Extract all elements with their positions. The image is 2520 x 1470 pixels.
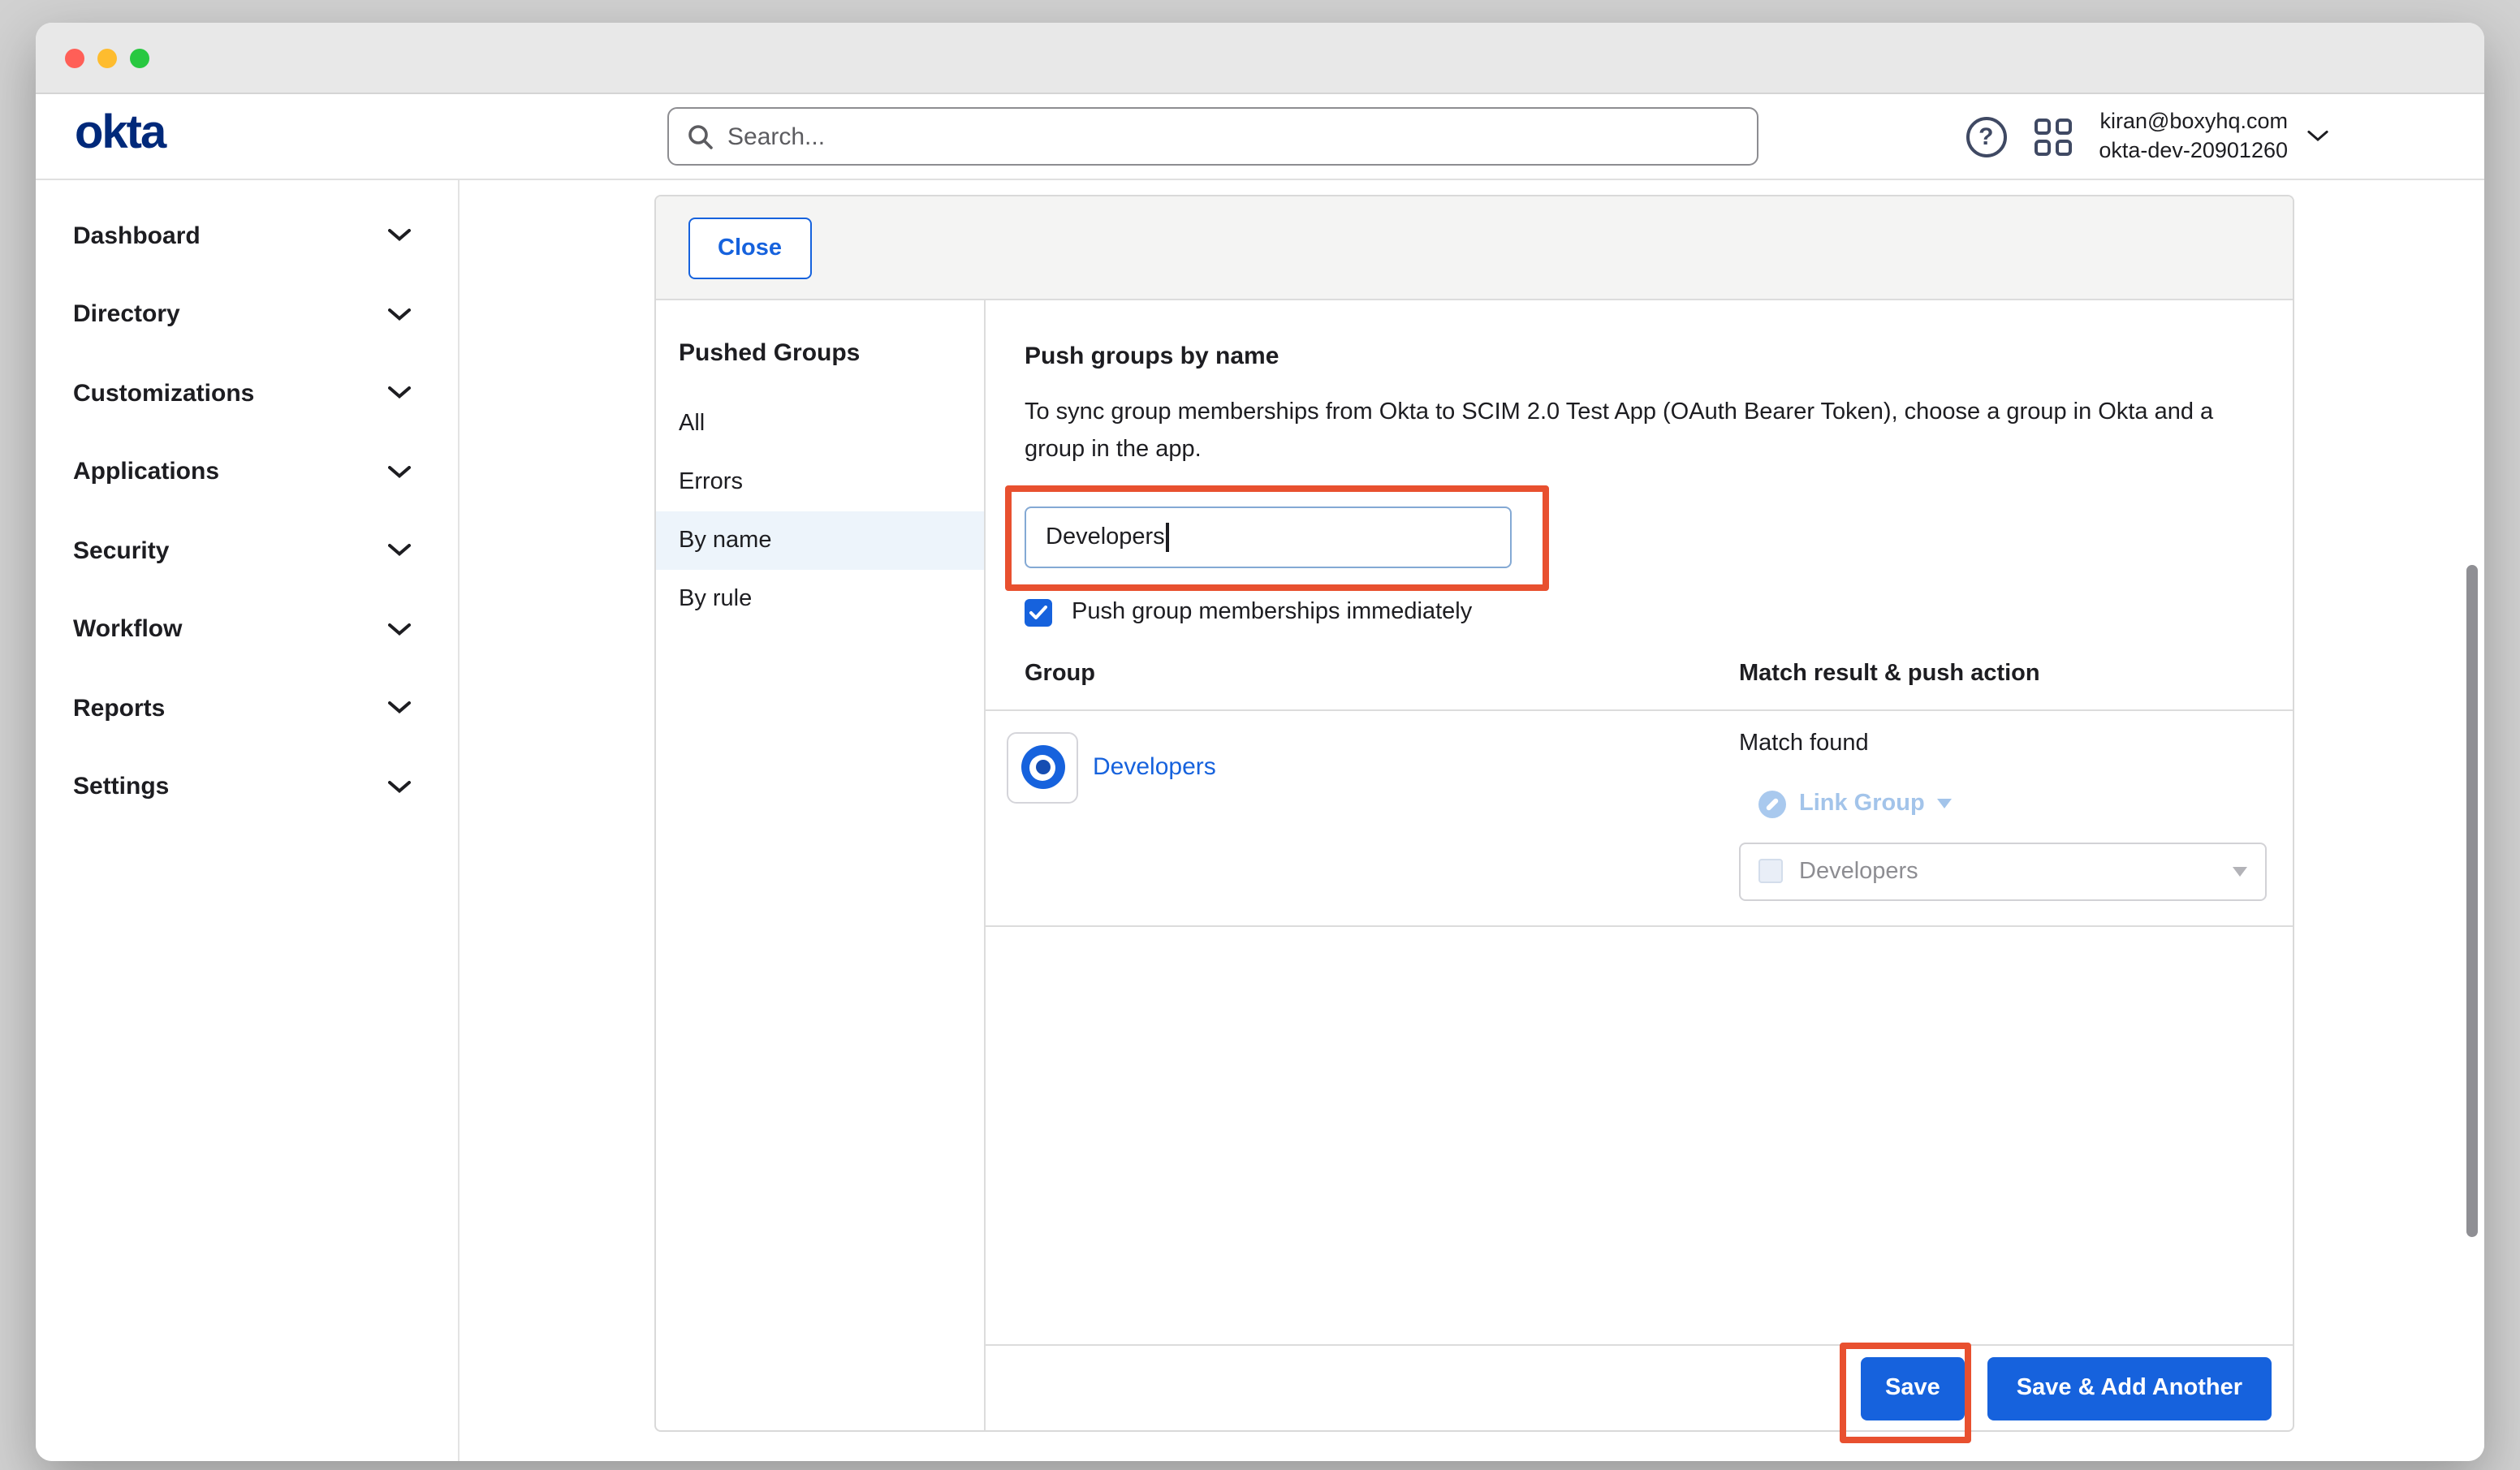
panel-footer: Save Save & Add Another — [986, 1344, 2293, 1430]
card-toolbar: Close — [656, 196, 2293, 300]
chevron-down-icon — [388, 702, 411, 715]
group-avatar-icon — [1007, 732, 1078, 804]
pushed-groups-card: Close Pushed Groups All Errors By name B… — [654, 195, 2294, 1432]
table-row: Developers Match found Link Group — [986, 711, 2293, 927]
chevron-down-icon — [388, 781, 411, 794]
body-row: Dashboard Directory Customizations Appli… — [36, 180, 2484, 1461]
app-window: okta ? kiran@boxyhq.com okta-dev-2090126… — [36, 23, 2484, 1461]
group-input-value: Developers — [1046, 524, 1165, 550]
okta-logo: okta — [75, 110, 165, 157]
account-menu[interactable]: kiran@boxyhq.com okta-dev-20901260 — [2099, 107, 2328, 166]
push-by-name-panel: Push groups by name To sync group member… — [986, 300, 2293, 1430]
match-table-header: Group Match result & push action — [986, 654, 2293, 711]
chevron-down-icon — [388, 623, 411, 636]
sidebar-item-label: Directory — [73, 301, 180, 329]
chevron-down-icon — [388, 466, 411, 479]
sidebar-item-label: Customizations — [73, 380, 254, 407]
search-input[interactable] — [727, 123, 1739, 150]
group-cell: Developers — [1007, 732, 1216, 804]
window-minimize-button[interactable] — [97, 48, 117, 67]
header-right-cluster: ? kiran@boxyhq.com okta-dev-20901260 — [1966, 94, 2328, 179]
column-header-group: Group — [1025, 661, 1095, 687]
sidebar: Dashboard Directory Customizations Appli… — [36, 180, 460, 1461]
vertical-scrollbar-thumb[interactable] — [2466, 565, 2478, 1237]
sidebar-item-security[interactable]: Security — [36, 511, 458, 590]
push-immediately-row: Push group memberships immediately — [1025, 599, 2254, 627]
sidebar-item-reports[interactable]: Reports — [36, 669, 458, 748]
save-button-wrap: Save — [1861, 1356, 1965, 1420]
card-body: Pushed Groups All Errors By name By rule… — [656, 300, 2293, 1430]
save-add-another-button[interactable]: Save & Add Another — [1987, 1356, 2272, 1420]
viewport: okta ? kiran@boxyhq.com okta-dev-2090126… — [0, 0, 2520, 1470]
select-caret-icon — [2233, 867, 2247, 877]
sidebar-item-label: Settings — [73, 774, 169, 801]
sidebar-item-label: Dashboard — [73, 222, 201, 250]
link-group-dropdown[interactable]: Link Group — [1758, 791, 2267, 818]
window-titlebar — [36, 23, 2484, 94]
sidebar-item-label: Security — [73, 537, 169, 565]
sidebar-item-settings[interactable]: Settings — [36, 748, 458, 826]
sidebar-item-label: Workflow — [73, 616, 182, 644]
sidebar-item-workflow[interactable]: Workflow — [36, 590, 458, 669]
window-close-button[interactable] — [65, 48, 84, 67]
nav-item-by-name[interactable]: By name — [656, 511, 984, 570]
target-group-value: Developers — [1799, 859, 1918, 885]
sidebar-item-dashboard[interactable]: Dashboard — [36, 196, 458, 275]
search-icon — [687, 123, 713, 149]
sidebar-item-directory[interactable]: Directory — [36, 275, 458, 354]
apps-grid-icon[interactable] — [2034, 118, 2071, 155]
chevron-down-icon — [2307, 130, 2328, 143]
main-content: Close Pushed Groups All Errors By name B… — [460, 180, 2484, 1461]
close-button[interactable]: Close — [688, 217, 811, 278]
chevron-down-icon — [388, 387, 411, 400]
account-text: kiran@boxyhq.com okta-dev-20901260 — [2099, 107, 2288, 166]
panel-title: Push groups by name — [1025, 343, 2254, 370]
group-input-wrap: Developers — [1025, 507, 1512, 568]
push-immediately-label: Push group memberships immediately — [1072, 600, 1472, 626]
sidebar-item-label: Reports — [73, 695, 165, 722]
chevron-down-icon — [388, 308, 411, 321]
match-status: Match found — [1739, 731, 2267, 757]
pushed-groups-nav: Pushed Groups All Errors By name By rule — [656, 300, 986, 1430]
group-name-link[interactable]: Developers — [1093, 754, 1216, 782]
nav-item-all[interactable]: All — [656, 394, 984, 453]
push-immediately-checkbox[interactable] — [1025, 599, 1052, 627]
sidebar-item-applications[interactable]: Applications — [36, 433, 458, 511]
pushed-groups-title: Pushed Groups — [656, 323, 984, 394]
save-button[interactable]: Save — [1861, 1356, 1965, 1420]
app-header: okta ? kiran@boxyhq.com okta-dev-2090126… — [36, 94, 2484, 180]
nav-item-by-rule[interactable]: By rule — [656, 570, 984, 628]
chevron-down-icon — [388, 230, 411, 243]
link-group-label: Link Group — [1799, 791, 1925, 817]
target-group-select[interactable]: Developers — [1739, 843, 2267, 901]
group-placeholder-icon — [1758, 860, 1783, 884]
column-header-match: Match result & push action — [1739, 661, 2040, 687]
account-org: okta-dev-20901260 — [2099, 136, 2288, 166]
panel-spacer — [986, 927, 2293, 1344]
match-cell: Match found Link Group — [1739, 731, 2267, 901]
help-icon[interactable]: ? — [1966, 116, 2006, 157]
group-name-input[interactable]: Developers — [1025, 507, 1512, 568]
sidebar-item-label: Applications — [73, 459, 219, 486]
link-icon — [1758, 791, 1786, 818]
global-search[interactable] — [667, 107, 1758, 166]
window-zoom-button[interactable] — [130, 48, 149, 67]
dropdown-caret-icon — [1938, 800, 1953, 809]
nav-item-errors[interactable]: Errors — [656, 453, 984, 511]
check-icon — [1029, 606, 1047, 620]
panel-description: To sync group memberships from Okta to S… — [1025, 394, 2242, 471]
text-caret — [1167, 523, 1169, 552]
sidebar-item-customizations[interactable]: Customizations — [36, 354, 458, 433]
chevron-down-icon — [388, 545, 411, 558]
account-email: kiran@boxyhq.com — [2099, 107, 2288, 136]
